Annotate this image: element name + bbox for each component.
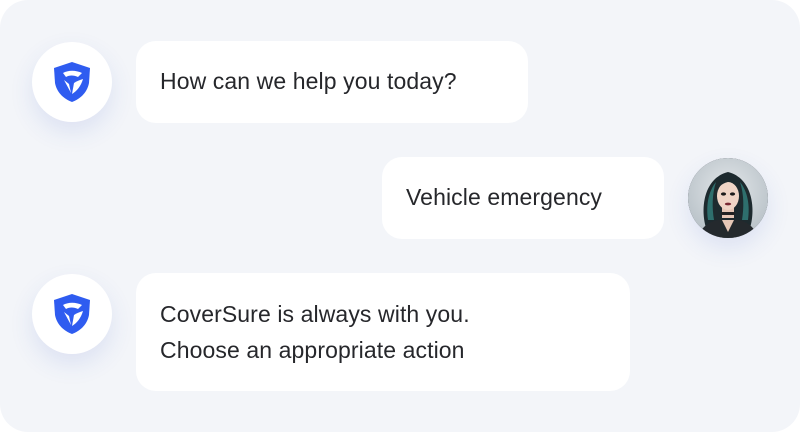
bot-message-bubble: CoverSure is always with you. Choose an … bbox=[136, 273, 630, 391]
shield-logo-icon bbox=[54, 62, 90, 102]
user-avatar-icon bbox=[688, 158, 768, 238]
message-text: Choose an appropriate action bbox=[160, 337, 465, 363]
bot-avatar bbox=[32, 274, 112, 354]
message-text: How can we help you today? bbox=[160, 68, 457, 94]
chat-panel: How can we help you today? Vehicle emerg… bbox=[0, 0, 800, 432]
message-text: Vehicle emergency bbox=[406, 184, 603, 210]
bot-message-bubble: How can we help you today? bbox=[136, 41, 528, 123]
message-text: CoverSure is always with you. bbox=[160, 301, 470, 327]
user-avatar bbox=[688, 158, 768, 238]
bot-avatar bbox=[32, 42, 112, 122]
user-message-bubble: Vehicle emergency bbox=[382, 157, 664, 239]
shield-logo-icon bbox=[54, 294, 90, 334]
